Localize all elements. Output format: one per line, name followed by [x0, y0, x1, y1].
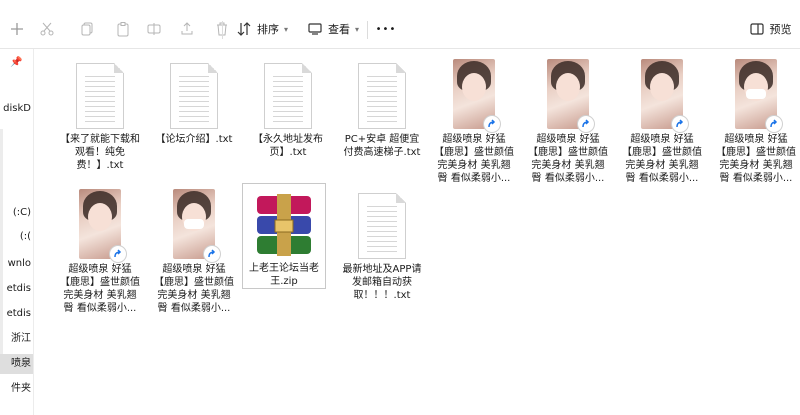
file-item[interactable]: 最新地址及APP请发邮箱自动获取！！！.txt	[340, 183, 424, 302]
file-name: 最新地址及APP请发邮箱自动获取！！！.txt	[342, 264, 422, 301]
view-icon	[308, 23, 322, 35]
text-file-icon	[264, 63, 312, 129]
file-item[interactable]: 【来了就能下载和观看！纯免费！】.txt	[58, 53, 142, 172]
text-file-icon	[358, 193, 406, 259]
thumbnail	[358, 183, 406, 259]
thumbnail	[641, 53, 689, 133]
file-name: 【来了就能下载和观看！纯免费！】.txt	[60, 134, 140, 171]
share-icon	[181, 22, 193, 35]
copy-button[interactable]	[76, 18, 98, 40]
file-item[interactable]: 超级喷泉 好猛【鹿思】盛世颜值完美身材 美乳翘臀 看似柔弱小...	[714, 53, 798, 185]
nav-item-netdisk[interactable]: etdis	[0, 279, 33, 299]
shortcut-arrow-icon	[203, 245, 221, 263]
preview-button[interactable]: 预览	[746, 18, 794, 40]
thumbnail	[264, 53, 312, 129]
preview-pane-icon	[749, 23, 764, 35]
nav-item-folder[interactable]: 浙江	[0, 329, 33, 349]
file-name: 超级喷泉 好猛【鹿思】盛世颜值完美身材 美乳翘臀 看似柔弱小...	[60, 264, 140, 314]
preview-label: 预览	[769, 23, 792, 36]
thumbnail	[79, 183, 127, 263]
file-item[interactable]: 超级喷泉 好猛【鹿思】盛世颜值完美身材 美乳翘臀 看似柔弱小...	[152, 183, 236, 315]
rename-icon	[147, 23, 161, 35]
view-label: 查看	[327, 23, 350, 36]
rename-button[interactable]	[143, 18, 165, 40]
separator	[367, 21, 368, 39]
shortcut-arrow-icon	[109, 245, 127, 263]
file-name: 【论坛介绍】.txt	[155, 134, 233, 145]
thumbnail	[170, 53, 218, 129]
shortcut-arrow-icon	[483, 115, 501, 133]
sort-label: 排序	[256, 23, 279, 36]
nav-item[interactable]: diskD	[0, 99, 33, 119]
thumbnail	[453, 53, 501, 133]
more-icon: •••	[375, 23, 397, 35]
file-name: 超级喷泉 好猛【鹿思】盛世颜值完美身材 美乳翘臀 看似柔弱小...	[622, 134, 702, 184]
file-item[interactable]: 上老王论坛当老王.zip	[242, 183, 326, 289]
chevron-down-icon: ▾	[283, 24, 288, 34]
file-name: 上老王论坛当老王.zip	[249, 263, 319, 287]
nav-item-downloads[interactable]: wnlo	[0, 254, 33, 274]
pin-icon[interactable]: 📌	[10, 57, 22, 68]
zip-archive-icon	[251, 192, 317, 258]
nav-item-folder[interactable]: 件夹	[0, 379, 33, 399]
file-item[interactable]: 超级喷泉 好猛【鹿思】盛世颜值完美身材 美乳翘臀 看似柔弱小...	[432, 53, 516, 185]
shortcut-arrow-icon	[577, 115, 595, 133]
file-name: 超级喷泉 好猛【鹿思】盛世颜值完美身材 美乳翘臀 看似柔弱小...	[154, 264, 234, 314]
file-name: 【永久地址发布页】.txt	[253, 134, 323, 158]
nav-item-drive-c[interactable]: (C:)	[0, 203, 33, 223]
file-item[interactable]: PC+安卓 超便宜付费高速梯子.txt	[340, 53, 424, 159]
file-item[interactable]: 超级喷泉 好猛【鹿思】盛世颜值完美身材 美乳翘臀 看似柔弱小...	[620, 53, 704, 185]
sort-button[interactable]: 排序 ▾	[232, 18, 292, 40]
cut-icon	[40, 22, 54, 36]
text-file-icon	[76, 63, 124, 129]
file-item[interactable]: 【永久地址发布页】.txt	[246, 53, 330, 159]
thumbnail	[358, 53, 406, 129]
thumbnail	[76, 53, 124, 129]
nav-item-current-folder[interactable]: 喷泉	[0, 354, 33, 374]
new-item-button[interactable]	[6, 18, 28, 40]
file-item[interactable]: 超级喷泉 好猛【鹿思】盛世颜值完美身材 美乳翘臀 看似柔弱小...	[58, 183, 142, 315]
file-name: 超级喷泉 好猛【鹿思】盛世颜值完美身材 美乳翘臀 看似柔弱小...	[716, 134, 796, 184]
sort-icon	[237, 22, 251, 36]
thumbnail	[173, 183, 221, 263]
separator	[222, 21, 223, 39]
shortcut-arrow-icon	[765, 115, 783, 133]
view-button[interactable]: 查看 ▾	[303, 18, 363, 40]
text-file-icon	[358, 63, 406, 129]
share-button[interactable]	[176, 18, 198, 40]
chevron-down-icon: ▾	[354, 24, 359, 34]
more-button[interactable]: •••	[374, 18, 398, 40]
shortcut-arrow-icon	[671, 115, 689, 133]
paste-button[interactable]	[112, 18, 134, 40]
copy-icon	[81, 22, 93, 36]
paste-icon	[117, 22, 129, 37]
thumbnail	[735, 53, 783, 133]
navigation-pane: 📌 diskD (C:) ):) wnlo etdis etdis 浙江 喷泉 …	[0, 49, 34, 415]
file-name: 超级喷泉 好猛【鹿思】盛世颜值完美身材 美乳翘臀 看似柔弱小...	[528, 134, 608, 184]
new-icon	[11, 23, 23, 35]
command-bar: 排序 ▾ 查看 ▾ ••• 预览	[0, 10, 800, 49]
text-file-icon	[170, 63, 218, 129]
file-item[interactable]: 【论坛介绍】.txt	[152, 53, 236, 146]
thumbnail	[547, 53, 595, 133]
file-list: 【来了就能下载和观看！纯免费！】.txt 【论坛介绍】.txt 【永久地址发布页】.…	[34, 49, 800, 415]
nav-item-drive[interactable]: ):)	[0, 227, 33, 247]
file-name: PC+安卓 超便宜付费高速梯子.txt	[343, 134, 421, 158]
cut-button[interactable]	[36, 18, 58, 40]
file-item[interactable]: 超级喷泉 好猛【鹿思】盛世颜值完美身材 美乳翘臀 看似柔弱小...	[526, 53, 610, 185]
file-name: 超级喷泉 好猛【鹿思】盛世颜值完美身材 美乳翘臀 看似柔弱小...	[434, 134, 514, 184]
thumbnail	[251, 184, 317, 258]
nav-item-netdisk[interactable]: etdis	[0, 304, 33, 324]
